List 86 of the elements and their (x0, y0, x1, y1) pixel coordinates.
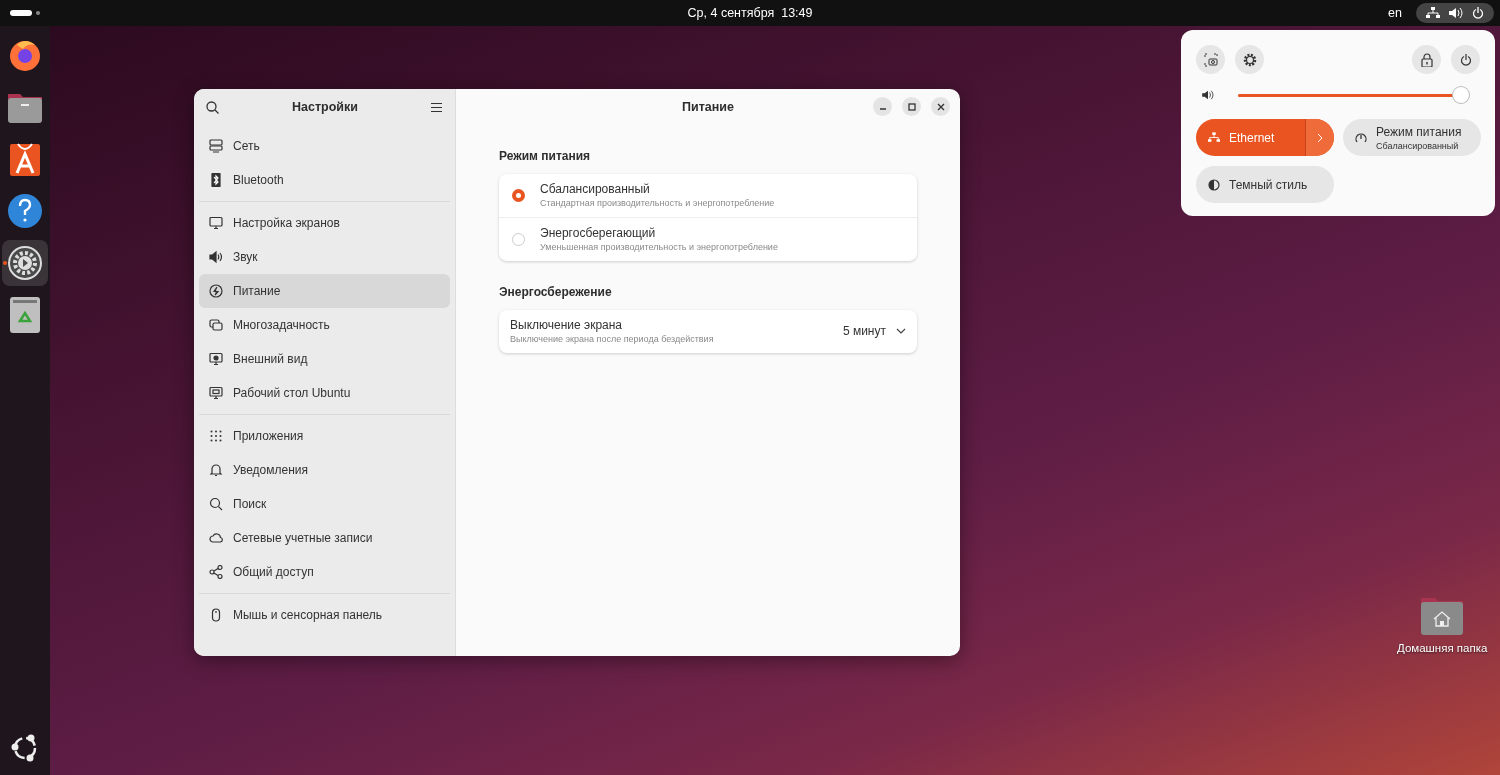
speaker-icon (1449, 7, 1463, 19)
network-icon (1208, 132, 1220, 143)
sidebar-item[interactable]: Сеть (199, 129, 450, 163)
lock-icon (1420, 52, 1433, 67)
chevron-down-icon (896, 328, 906, 334)
home-folder-icon (1420, 596, 1465, 636)
sidebar-item[interactable]: Bluetooth (199, 163, 450, 197)
maximize-button[interactable] (902, 97, 921, 116)
row-subtitle: Уменьшенная производительность и энергопотребление (540, 242, 779, 252)
sidebar-title: Настройки (292, 100, 358, 114)
sidebar-item[interactable]: Звук (199, 240, 450, 274)
screenshot-button[interactable] (1196, 45, 1225, 74)
quick-toggle[interactable]: Ethernet (1196, 119, 1334, 156)
windows-icon (209, 318, 223, 332)
sidebar-item[interactable]: Приложения (199, 419, 450, 453)
sidebar-item[interactable]: Поиск (199, 487, 450, 521)
section-heading: Режим питания (499, 149, 592, 163)
quick-toggle[interactable]: Темный стиль (1196, 166, 1334, 203)
grid-icon (209, 429, 223, 443)
sidebar-item[interactable]: Внешний вид (199, 342, 450, 376)
gauge-icon (1355, 131, 1367, 144)
bell-icon (209, 463, 223, 477)
bluetooth-icon (209, 173, 223, 187)
close-icon (936, 102, 945, 111)
system-tray[interactable] (1416, 3, 1494, 23)
keyboard-layout[interactable]: en (1388, 6, 1402, 20)
sidebar-item[interactable]: Общий доступ (199, 555, 450, 589)
dock-item[interactable] (2, 240, 48, 286)
quick-toggle[interactable]: Режим питания Сбалансированный (1343, 119, 1481, 156)
toggle-label: Темный стиль (1229, 177, 1308, 192)
settings-icon (1242, 52, 1257, 67)
sidebar-item[interactable]: Уведомления (199, 453, 450, 487)
sidebar-item[interactable]: Рабочий стол Ubuntu (199, 376, 450, 410)
toggle-label: Ethernet (1229, 130, 1275, 145)
minimize-button[interactable] (873, 97, 892, 116)
settings-row[interactable]: Энергосберегающий Уменьшенная производительность и энергопотребление (499, 218, 917, 261)
speaker-icon (209, 250, 223, 264)
settings-row[interactable]: Сбалансированный Стандартная производительность и энергопотребление (499, 174, 917, 218)
menu-icon[interactable] (431, 102, 442, 112)
help-icon (7, 193, 43, 229)
section-heading: Энергосбережение (499, 285, 613, 299)
slider-thumb[interactable] (1453, 87, 1470, 103)
row-title: Сбалансированный (540, 182, 651, 196)
mouse-icon (209, 608, 223, 622)
row-title: Выключение экрана (510, 318, 624, 332)
dropdown-value[interactable]: 5 минут (842, 324, 886, 338)
speaker-icon (1202, 90, 1214, 100)
page-title: Питание (682, 100, 734, 114)
contrast-icon (1208, 178, 1220, 191)
screenshot-icon (1203, 52, 1218, 67)
power-icon (1472, 7, 1484, 19)
monitor-icon (209, 386, 223, 400)
monitor-icon (209, 352, 223, 366)
toggle-subtitle: Сбалансированный (1376, 140, 1460, 151)
trash-icon (10, 297, 40, 333)
row-title: Энергосберегающий (540, 226, 657, 240)
settings-row[interactable]: Выключение экрана Выключение экрана после периода бездействия 5 минут (499, 310, 917, 353)
row-subtitle: Выключение экрана после периода бездействия (510, 334, 715, 344)
sidebar-item[interactable]: Сетевые учетные записи (199, 521, 450, 555)
close-button[interactable] (931, 97, 950, 116)
share-icon (209, 565, 223, 579)
search-icon[interactable] (206, 100, 219, 114)
lock-button[interactable] (1412, 45, 1441, 74)
power-icon (1459, 53, 1472, 66)
sidebar-item[interactable]: Мышь и сенсорная панель (199, 598, 450, 632)
clock[interactable]: Ср, 4 сентября 13:49 (687, 6, 813, 20)
network-icon (209, 139, 223, 153)
desktop-shortcut[interactable]: Домашняя папка (1397, 596, 1488, 654)
monitor-icon (209, 216, 223, 230)
sidebar-item[interactable]: Многозадачность (199, 308, 450, 342)
row-subtitle: Стандартная производительность и энергопотребление (540, 198, 776, 208)
chevron-right-icon (1317, 132, 1323, 143)
sidebar-item[interactable]: Питание (199, 274, 450, 308)
toggle-label: Режим питания (1376, 124, 1462, 139)
maximize-icon (907, 102, 916, 111)
radio-button[interactable] (512, 188, 525, 202)
search-icon (209, 497, 223, 511)
power-icon (209, 284, 223, 298)
sidebar-item[interactable]: Настройка экранов (199, 206, 450, 240)
power-button[interactable] (1451, 45, 1480, 74)
network-icon (1426, 7, 1440, 19)
shopping-bag-icon (10, 142, 40, 176)
settings-button[interactable] (1235, 45, 1264, 74)
settings-icon (7, 245, 43, 281)
cloud-icon (209, 531, 223, 545)
expand-button[interactable] (1305, 119, 1334, 156)
